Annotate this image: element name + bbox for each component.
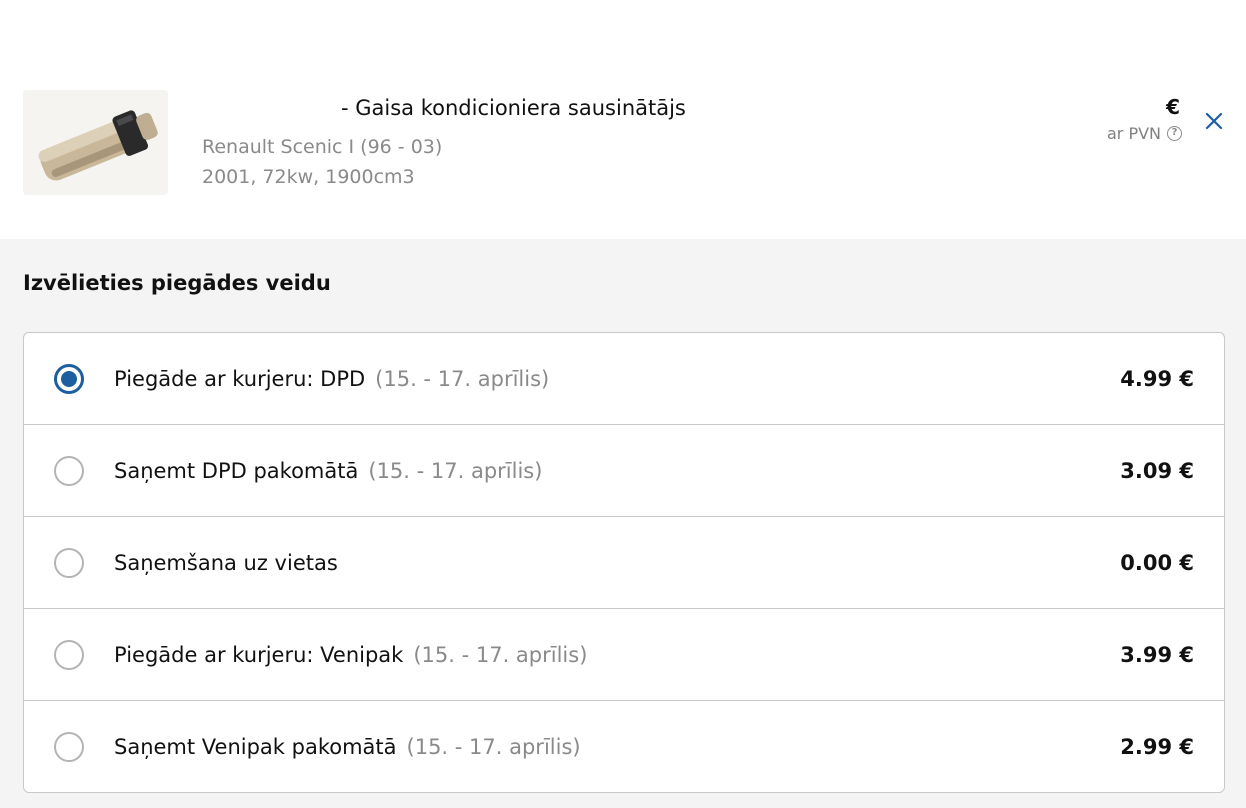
delivery-section-title: Izvēlieties piegādes veidu (23, 271, 331, 295)
option-price: 3.99 € (1120, 642, 1194, 667)
product-image (23, 90, 168, 195)
close-button[interactable] (1203, 110, 1225, 132)
option-dates: (15. - 17. aprīlis) (406, 734, 581, 759)
delivery-option-dpd-courier[interactable]: Piegāde ar kurjeru: DPD (15. - 17. aprīli… (24, 333, 1224, 425)
delivery-option-venipak-parcel-locker[interactable]: Saņemt Venipak pakomātā (15. - 17. aprīli… (24, 701, 1224, 792)
ac-drier-image (23, 90, 168, 195)
delivery-options-list: Piegāde ar kurjeru: DPD (15. - 17. aprīli… (23, 332, 1225, 793)
radio-button[interactable] (54, 731, 84, 762)
radio-button[interactable] (54, 455, 84, 486)
question-circle-icon[interactable]: ? (1167, 126, 1182, 141)
product-price-currency: € (1166, 95, 1180, 119)
option-price: 0.00 € (1120, 550, 1194, 575)
radio-button[interactable] (54, 639, 84, 670)
product-vehicle: Renault Scenic I (96 - 03) (202, 136, 443, 158)
product-specs: 2001, 72kw, 1900cm3 (202, 166, 415, 188)
option-dates: (15. - 17. aprīlis) (368, 458, 543, 483)
option-price: 3.09 € (1120, 458, 1194, 483)
delivery-option-dpd-parcel-locker[interactable]: Saņemt DPD pakomātā (15. - 17. aprīlis) 3… (24, 425, 1224, 517)
option-label: Piegāde ar kurjeru: DPD (114, 366, 366, 391)
delivery-panel: Izvēlieties piegādes veidu Piegāde ar ku… (0, 239, 1246, 808)
delivery-option-pickup[interactable]: Saņemšana uz vietas 0.00 € (24, 517, 1224, 609)
radio-button[interactable] (54, 363, 84, 394)
vat-label: ar PVN (1106, 124, 1161, 143)
option-label: Saņemt DPD pakomātā (114, 458, 359, 483)
option-price: 4.99 € (1120, 366, 1194, 391)
delivery-option-venipak-courier[interactable]: Piegāde ar kurjeru: Venipak (15. - 17. ap… (24, 609, 1224, 701)
close-icon (1205, 112, 1223, 130)
option-label: Piegāde ar kurjeru: Venipak (114, 642, 404, 667)
product-header: - Gaisa kondicioniera sausinātājs Renaul… (0, 0, 1246, 239)
option-price: 2.99 € (1120, 734, 1194, 759)
vat-info: ar PVN ? (1107, 124, 1182, 143)
option-dates: (15. - 17. aprīlis) (413, 642, 588, 667)
option-label: Saņemšana uz vietas (114, 550, 338, 575)
radio-button[interactable] (54, 547, 84, 578)
option-label: Saņemt Venipak pakomātā (114, 734, 397, 759)
option-dates: (15. - 17. aprīlis) (375, 366, 550, 391)
product-title: - Gaisa kondicioniera sausinātājs (341, 96, 686, 120)
